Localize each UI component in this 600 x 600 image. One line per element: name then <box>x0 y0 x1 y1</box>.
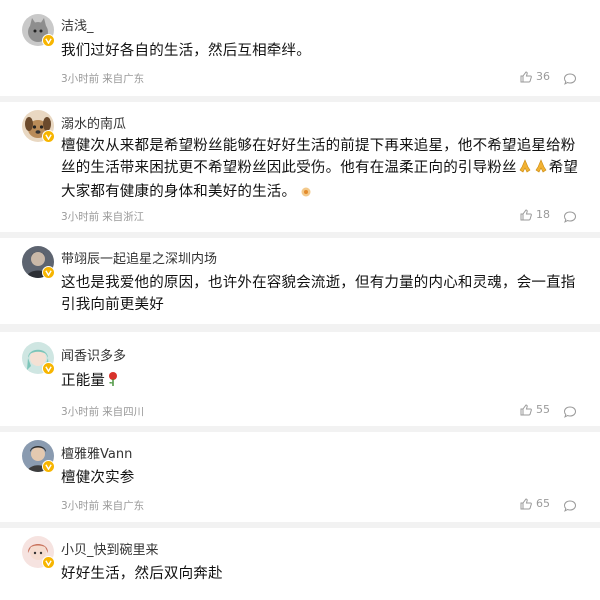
comment-location: 来自四川 <box>102 406 145 418</box>
reply-button[interactable] <box>563 498 577 512</box>
comment-bubble-icon <box>563 211 577 223</box>
thumbs-up-icon <box>520 497 532 509</box>
reply-button[interactable] <box>563 404 577 418</box>
comment-meta: 3小时前 来自浙江 <box>61 209 147 224</box>
comment-time: 3小时前 <box>61 73 100 85</box>
thumbs-up-icon <box>520 70 532 82</box>
username[interactable]: 洁浅_ <box>61 15 94 34</box>
like-button[interactable]: 18 <box>520 208 550 221</box>
like-count: 65 <box>536 497 550 510</box>
verified-badge-icon <box>42 130 55 143</box>
comment-text-main: 正能量 <box>61 373 106 389</box>
username[interactable]: 带翊辰一起追星之深圳内场 <box>61 248 217 267</box>
comment-time: 3小时前 <box>61 500 100 512</box>
comment-bubble-icon <box>563 500 577 512</box>
verified-badge-icon <box>42 460 55 473</box>
comment-time: 3小时前 <box>61 211 100 223</box>
verified-badge-icon <box>42 34 55 47</box>
username[interactable]: 小贝_快到碗里来 <box>61 539 159 558</box>
like-button[interactable]: 55 <box>520 403 550 416</box>
comment-bubble-icon <box>563 406 577 418</box>
rose-icon <box>107 371 119 394</box>
username[interactable]: 檀雅雅Vann <box>61 443 132 462</box>
comment-meta: 3小时前 来自广东 <box>61 498 147 513</box>
avatar[interactable] <box>22 536 55 569</box>
comment-meta: 3小时前 来自四川 <box>61 404 147 419</box>
avatar[interactable] <box>22 440 55 473</box>
comment-item: 带翊辰一起追星之深圳内场 这也是我爱他的原因，也许外在容貌会流逝，但有力量的内心… <box>0 238 600 324</box>
comment-location: 来自广东 <box>102 500 145 512</box>
like-count: 55 <box>536 403 550 416</box>
comment-item: 小贝_快到碗里来 好好生活，然后双向奔赴 <box>0 528 600 600</box>
sparkle-emoji-icon <box>300 183 312 205</box>
like-count: 18 <box>536 208 550 221</box>
avatar[interactable] <box>22 14 55 47</box>
comment-item: 檀雅雅Vann 檀健次实参 3小时前 来自广东 65 <box>0 432 600 522</box>
reply-button[interactable] <box>563 209 577 223</box>
comment-text-main: 檀健次从来都是希望粉丝能够在好好生活的前提下再来追星，他不希望追星给粉丝的生活带… <box>61 138 576 176</box>
comment-item: 溺水的南瓜 檀健次从来都是希望粉丝能够在好好生活的前提下再来追星，他不希望追星给… <box>0 102 600 232</box>
avatar[interactable] <box>22 246 55 279</box>
praying-hands-icon <box>533 158 549 181</box>
separator <box>0 324 600 332</box>
comment-text: 檀健次从来都是希望粉丝能够在好好生活的前提下再来追星，他不希望追星给粉丝的生活带… <box>61 135 581 205</box>
comment-bubble-icon <box>563 73 577 85</box>
thumbs-up-icon <box>520 208 532 220</box>
comment-time: 3小时前 <box>61 406 100 418</box>
comment-meta: 3小时前 来自广东 <box>61 71 147 86</box>
comment-item: 闻香识多多 正能量 3小时前 来自四川 55 <box>0 332 600 426</box>
comment-text: 我们过好各自的生活，然后互相牵绊。 <box>61 43 311 59</box>
like-button[interactable]: 36 <box>520 70 550 83</box>
reply-button[interactable] <box>563 71 577 85</box>
thumbs-up-icon <box>520 403 532 415</box>
comment-item: 洁浅_ 我们过好各自的生活，然后互相牵绊。 3小时前 来自广东 36 <box>0 0 600 96</box>
comment-text: 好好生活，然后双向奔赴 <box>61 566 223 582</box>
username[interactable]: 溺水的南瓜 <box>61 113 126 132</box>
like-count: 36 <box>536 70 550 83</box>
avatar[interactable] <box>22 342 55 375</box>
like-button[interactable]: 65 <box>520 497 550 510</box>
verified-badge-icon <box>42 362 55 375</box>
username[interactable]: 闻香识多多 <box>61 345 126 364</box>
comment-text: 正能量 <box>61 370 581 394</box>
comment-location: 来自浙江 <box>102 211 145 223</box>
verified-badge-icon <box>42 266 55 279</box>
avatar[interactable] <box>22 110 55 143</box>
comment-location: 来自广东 <box>102 73 145 85</box>
praying-hands-icon <box>517 158 533 181</box>
comment-text: 这也是我爱他的原因，也许外在容貌会流逝，但有力量的内心和灵魂，会一直指引我向前更… <box>61 275 576 313</box>
comment-text: 檀健次实参 <box>61 470 135 486</box>
verified-badge-icon <box>42 556 55 569</box>
